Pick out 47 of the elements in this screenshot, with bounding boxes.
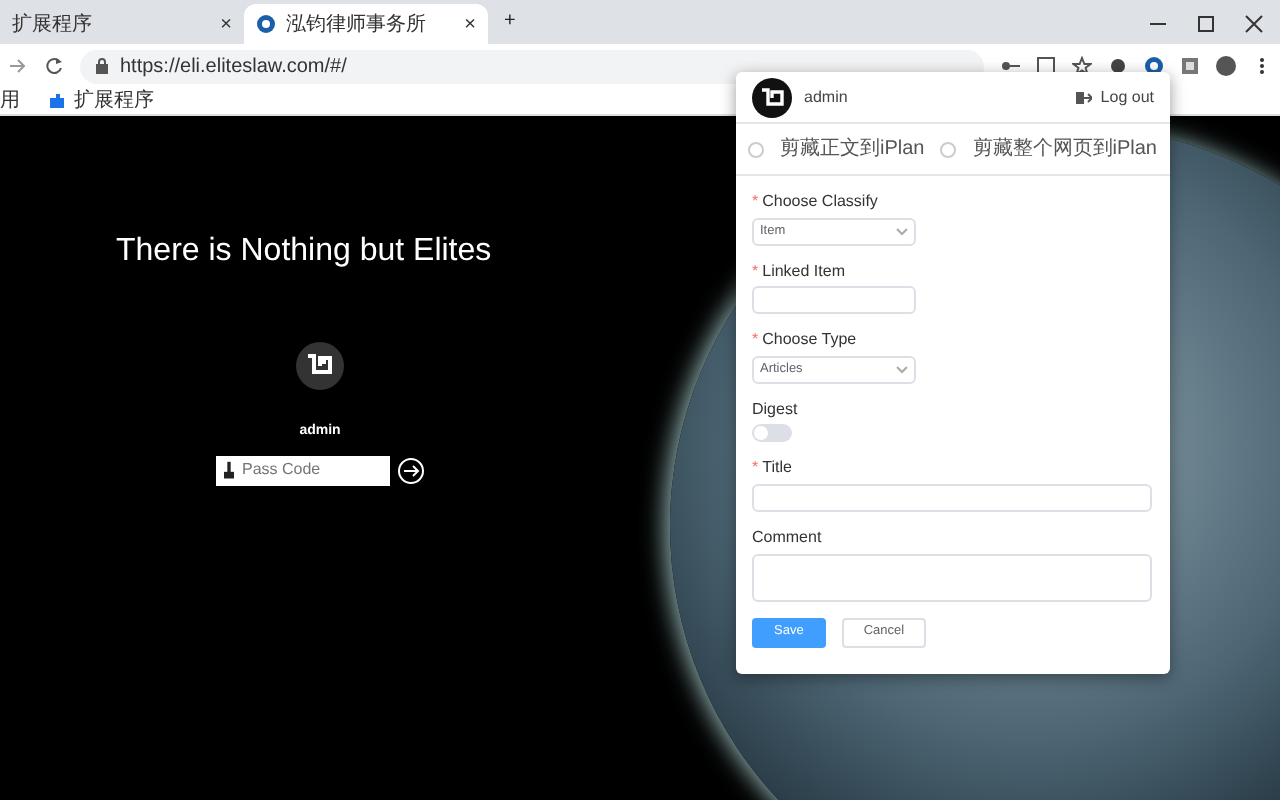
close-icon[interactable] bbox=[1244, 14, 1264, 34]
chevron-down-icon bbox=[896, 365, 908, 374]
key-icon[interactable] bbox=[1000, 56, 1020, 76]
close-icon[interactable]: × bbox=[220, 9, 232, 39]
logo-icon bbox=[296, 342, 344, 390]
bookmark-link[interactable]: 用 bbox=[0, 86, 20, 116]
browser-tab[interactable]: 泓钧律师事务所 × bbox=[244, 4, 488, 44]
arrow-circle-icon[interactable] bbox=[398, 457, 424, 483]
radio-button[interactable] bbox=[748, 141, 764, 157]
qr-code-icon[interactable] bbox=[1180, 56, 1200, 76]
close-icon[interactable]: × bbox=[464, 9, 476, 39]
forward-icon[interactable] bbox=[8, 56, 28, 76]
radio-button[interactable] bbox=[940, 141, 957, 157]
address-bar[interactable]: https://eli.eliteslaw.com/#/ bbox=[80, 49, 984, 83]
maximize-icon[interactable] bbox=[1196, 14, 1216, 34]
required-mark: * bbox=[752, 458, 759, 478]
chevron-down-icon bbox=[896, 227, 908, 236]
logout-link[interactable]: Log out bbox=[1076, 85, 1154, 109]
new-tab-button[interactable]: + bbox=[504, 6, 516, 36]
required-mark: * bbox=[752, 330, 759, 350]
radio-label: 剪藏正文到iPlan bbox=[780, 135, 925, 164]
field-label: Linked Item bbox=[762, 261, 845, 281]
textarea-field[interactable] bbox=[752, 553, 1152, 602]
avatar-icon[interactable] bbox=[1216, 56, 1236, 76]
radio-label: 剪藏整个网页到iPlan bbox=[972, 135, 1157, 164]
field-label: Comment bbox=[752, 527, 822, 548]
puzzle-icon bbox=[48, 92, 66, 110]
star-icon[interactable] bbox=[1072, 56, 1092, 76]
username: admin bbox=[804, 85, 850, 109]
logo-icon bbox=[752, 77, 792, 117]
field-label: Choose Type bbox=[762, 330, 857, 350]
field-label: Title bbox=[762, 458, 792, 478]
bookmark-link[interactable]: 扩展程序 bbox=[48, 86, 154, 116]
key-icon bbox=[224, 459, 234, 481]
required-mark: * bbox=[752, 261, 759, 281]
headline: There is Nothing but Elites bbox=[116, 232, 492, 272]
logout-icon bbox=[1076, 89, 1093, 105]
field-label: Digest bbox=[752, 399, 798, 419]
lock-icon bbox=[96, 58, 108, 74]
browser-tab[interactable]: 扩展程序 × bbox=[0, 4, 244, 44]
required-mark: * bbox=[752, 192, 759, 212]
passcode-field[interactable]: Pass Code bbox=[216, 455, 390, 485]
input-field[interactable] bbox=[752, 483, 1152, 512]
toggle-switch[interactable] bbox=[752, 424, 792, 443]
reload-icon[interactable] bbox=[44, 56, 64, 76]
input-field[interactable] bbox=[752, 286, 916, 315]
field-label: Choose Classify bbox=[762, 192, 878, 212]
